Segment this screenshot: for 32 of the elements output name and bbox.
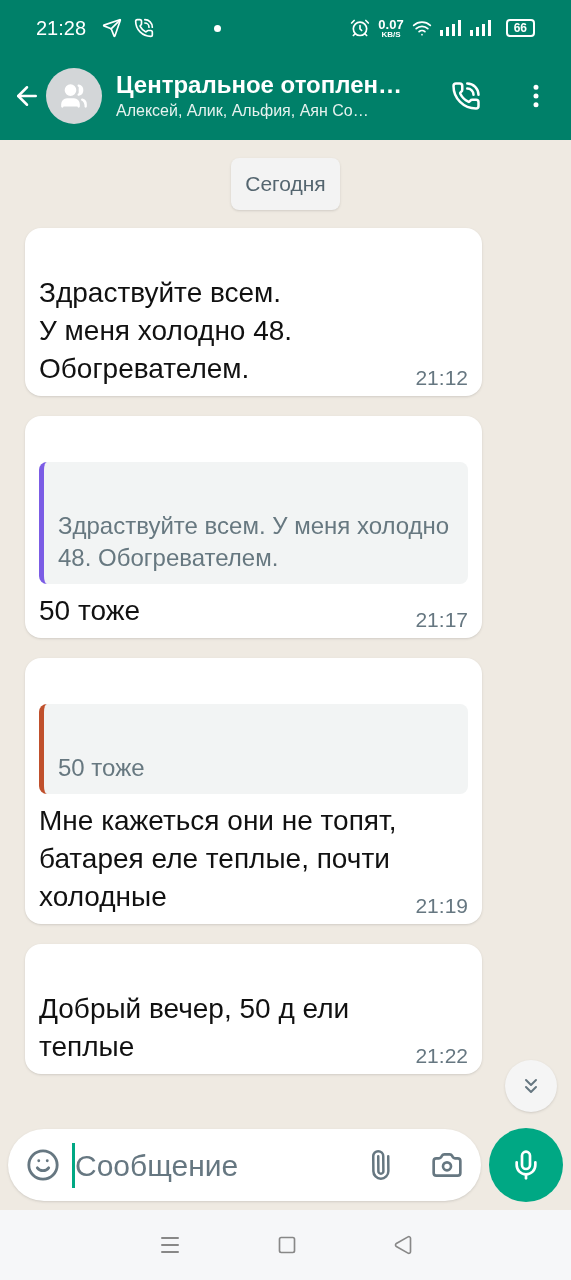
quote-text: 50 тоже: [58, 752, 146, 783]
battery-indicator: 66: [505, 19, 535, 37]
wifi-icon: [411, 18, 432, 38]
add-call-button[interactable]: [451, 81, 481, 111]
message-text: Мне кажеться они не топят, батарея еле теплые, почти холодные: [39, 803, 398, 914]
group-avatar[interactable]: [46, 68, 102, 124]
chat-members: Алексей, Алик, Альфия, Аян Со…: [116, 101, 370, 121]
message-time: 21:17: [415, 606, 468, 633]
network-speed: 0.07: [378, 17, 404, 31]
chat-title[interactable]: Центральное отоплен…: [116, 70, 451, 100]
quoted-message[interactable]: 50 тоже: [39, 703, 468, 794]
clock-time: 21:28: [36, 16, 87, 41]
alarm-icon: [350, 18, 371, 38]
date-chip: Сегодня: [231, 158, 340, 210]
composer-bar[interactable]: Сообщение: [8, 1129, 481, 1201]
quoted-message[interactable]: Здраствуйте всем. У меня холодно 48. Обогревателем.: [39, 461, 468, 584]
send-icon: [102, 18, 123, 38]
message-time: 21:19: [415, 892, 468, 919]
message-field[interactable]: Сообщение: [72, 1142, 365, 1188]
phone-icon: [134, 18, 155, 38]
message-text: Добрый вечер, 50 д ели теплые: [39, 991, 351, 1064]
network-unit: KB/S: [381, 30, 401, 39]
group-icon: [60, 82, 88, 110]
message-text: Здраствуйте всем. У меня холодно 48. Обогревателем.: [39, 275, 293, 386]
back-nav-button[interactable]: [393, 1235, 414, 1255]
home-button[interactable]: [277, 1235, 298, 1255]
message-time: 21:12: [415, 364, 468, 391]
emoji-icon[interactable]: [26, 1148, 60, 1182]
message-text: 50 тоже: [39, 593, 140, 628]
message-time: 21:22: [415, 1042, 468, 1069]
quote-text: Здраствуйте всем. У меня холодно 48. Обогревателем.: [58, 510, 451, 573]
scroll-down-button[interactable]: [505, 1060, 557, 1112]
